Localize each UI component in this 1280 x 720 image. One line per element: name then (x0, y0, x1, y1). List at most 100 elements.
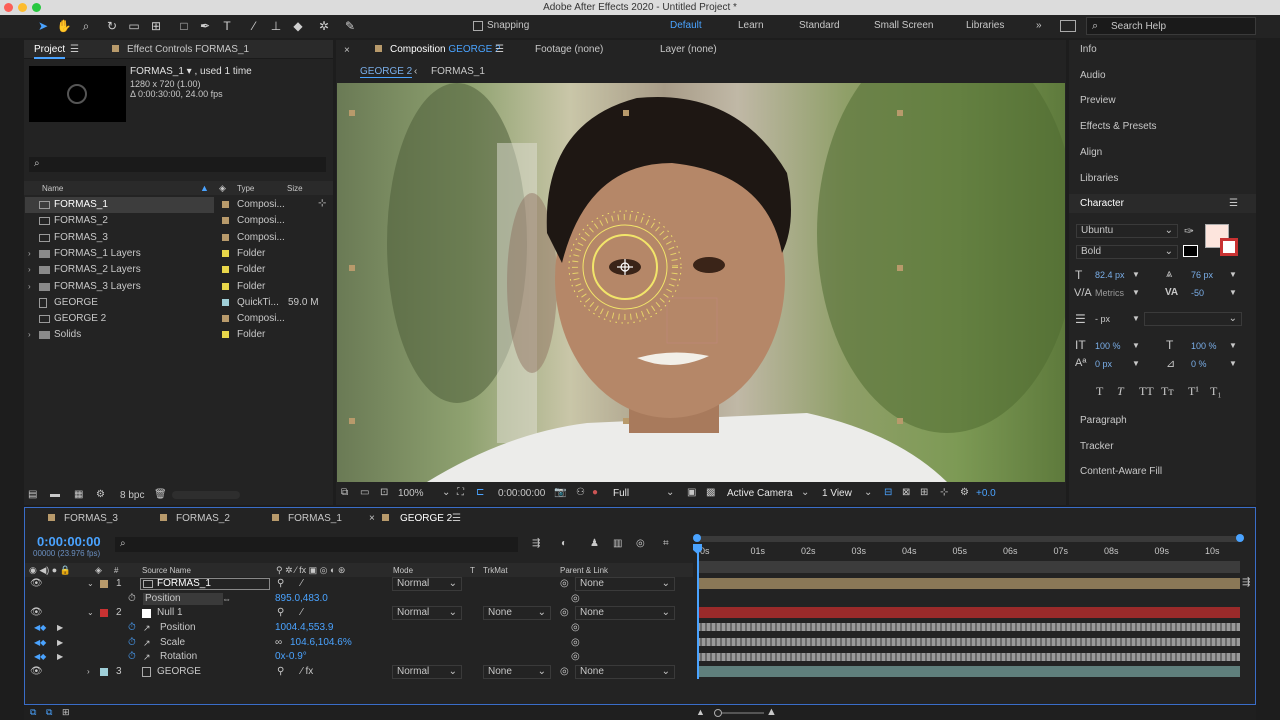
work-area-bar[interactable] (697, 536, 1240, 542)
project-item[interactable]: › Solids Folder (25, 327, 333, 343)
type-style-button[interactable]: T (1096, 384, 1103, 399)
trash-icon[interactable]: 🗑 (154, 489, 167, 500)
zoom-in-icon[interactable]: ▲ (766, 706, 777, 718)
label-swatch[interactable] (222, 315, 229, 323)
viewer-current-time[interactable]: 0:00:00:00 (498, 488, 545, 499)
george-layer-bar[interactable] (697, 666, 1240, 677)
stroke-style-dropdown[interactable]: ⌄ (1144, 312, 1242, 326)
workspace-small-screen[interactable]: Small Screen (874, 20, 933, 31)
graph-editor-icon[interactable]: ⌗ (663, 538, 669, 549)
clone-stamp-tool-icon[interactable]: ⊥ (268, 18, 284, 34)
safe-margins-icon[interactable]: ⊏ (476, 487, 484, 498)
leading-chevron-icon[interactable]: ▼ (1229, 270, 1237, 279)
label-swatch[interactable] (222, 201, 229, 208)
comp-panel-menu-icon[interactable]: ☰ (495, 44, 504, 55)
pick-whip-icon[interactable]: ◎ (560, 606, 569, 620)
source-name-header[interactable]: Source Name (142, 566, 191, 575)
expand-chevron-icon[interactable]: › (87, 665, 90, 679)
label-swatch[interactable] (222, 249, 229, 257)
layer-label-swatch[interactable] (100, 668, 108, 676)
character-menu-icon[interactable]: ☰ (1229, 198, 1238, 209)
project-item[interactable]: FORMAS_1 Composi... (25, 197, 285, 213)
brush-tool-icon[interactable]: ⁄ (246, 18, 262, 34)
parent-link-header[interactable]: Parent & Link (560, 566, 608, 575)
work-area-start-handle[interactable] (693, 534, 701, 542)
exposure-value[interactable]: +0.0 (976, 488, 996, 499)
project-item[interactable]: FORMAS_3 Composi... (25, 230, 333, 246)
scale-keyframes-track[interactable] (697, 638, 1240, 646)
views-dropdown[interactable]: 1 View (822, 488, 852, 499)
graph-icon[interactable]: ↗ (143, 650, 151, 664)
panel-preview[interactable]: Preview (1080, 95, 1116, 106)
parent-dropdown[interactable]: None ⌄ (575, 665, 675, 679)
monitor-icon[interactable]: ▭ (360, 487, 369, 498)
timeline-current-time[interactable]: 0:00:00:00 (37, 534, 101, 549)
mode-dropdown[interactable]: Normal ⌄ (392, 606, 462, 620)
project-tab[interactable]: Project (34, 44, 66, 59)
label-swatch[interactable] (222, 282, 229, 290)
search-help-field[interactable]: ⌕ Search Help (1086, 17, 1256, 35)
panel-paragraph[interactable]: Paragraph (1080, 415, 1127, 426)
character-panel-title[interactable]: Character (1080, 198, 1124, 209)
property-value[interactable]: 104.6,104.6% (290, 636, 352, 650)
project-item[interactable]: › FORMAS_1 Layers Folder (25, 246, 333, 262)
size-column-header[interactable]: Size (287, 184, 303, 193)
transparency-grid-icon[interactable]: ▩ (706, 487, 715, 498)
timeline-search-input[interactable]: ⌕ (115, 537, 518, 552)
layer-handle[interactable] (349, 265, 355, 271)
thumbnail-transparency-slider[interactable] (172, 491, 240, 499)
visibility-eye-icon[interactable]: 👁 (30, 665, 43, 679)
resolution-dropdown[interactable]: Full (613, 488, 629, 499)
stroke-width-chevron-icon[interactable]: ▼ (1132, 314, 1140, 323)
layer-handle[interactable] (349, 110, 355, 116)
type-column-header[interactable]: Type (237, 184, 254, 193)
label-swatch[interactable] (222, 331, 229, 339)
project-item[interactable]: GEORGE 2 Composi... (25, 311, 333, 327)
stopwatch-icon[interactable]: ⏱ (128, 621, 136, 635)
camera-chevron-icon[interactable]: ⌄ (801, 487, 809, 498)
black-swatch[interactable] (1183, 245, 1198, 257)
timeline-icon[interactable]: ⊞ (920, 487, 928, 498)
snapshot-icon[interactable]: 📷 (554, 487, 566, 498)
layer-name-null-1[interactable]: Null 1 (157, 606, 183, 620)
layer-label-swatch[interactable] (100, 609, 108, 617)
region-of-interest-icon[interactable]: ▣ (687, 487, 696, 498)
layer-row-null-1[interactable]: 👁 ⌄ 2 Null 1 ⚲ ⁄ Normal ⌄ None ⌄ ◎ None ⌄ (25, 606, 693, 620)
quality-switch-icon[interactable]: ⁄ (301, 606, 303, 620)
pick-whip-icon[interactable]: ◎ (571, 621, 580, 635)
mode-dropdown[interactable]: Normal ⌄ (392, 577, 462, 591)
project-panel-menu-icon[interactable]: ☰ (70, 44, 79, 55)
transfer-controls-toggle-icon[interactable]: ⧉ (46, 707, 52, 718)
kerning-chevron-icon[interactable]: ▼ (1132, 288, 1140, 297)
parent-dropdown[interactable]: None ⌄ (575, 577, 675, 591)
keyframe-navigator-icon[interactable]: ◀◆ (34, 636, 46, 650)
font-size-chevron-icon[interactable]: ▼ (1132, 270, 1140, 279)
visibility-eye-icon[interactable]: 👁 (30, 606, 43, 620)
type-style-button[interactable]: T₁ (1210, 384, 1222, 399)
playhead[interactable] (697, 544, 699, 679)
property-value[interactable]: 895.0,483.0 (275, 592, 328, 606)
effect-controls-tab[interactable]: Effect Controls FORMAS_1 (127, 44, 249, 55)
resolution-chevron-icon[interactable]: ⌄ (666, 487, 674, 498)
type-style-button[interactable]: TT (1139, 384, 1154, 399)
label-swatch[interactable] (222, 217, 229, 225)
tsume-value[interactable]: 0 % (1191, 359, 1207, 369)
workspace-default[interactable]: Default (670, 20, 702, 31)
layer-handle[interactable] (349, 418, 355, 424)
layer-handle[interactable] (623, 418, 629, 424)
constrain-proportions-icon[interactable]: ∞ (275, 636, 282, 650)
shy-layers-icon[interactable]: ♟ (590, 538, 599, 549)
in-out-toggle-icon[interactable]: ⊞ (62, 707, 70, 718)
type-tool-icon[interactable]: T (219, 18, 235, 34)
horizontal-scale-chevron-icon[interactable]: ▼ (1229, 341, 1237, 350)
rotation-keyframes-track[interactable] (697, 653, 1240, 661)
frame-blending-icon[interactable]: ▥ (613, 538, 622, 549)
layer-switches-toggle-icon[interactable]: ⧉ (30, 707, 36, 718)
stopwatch-icon[interactable]: ⏱ (128, 636, 136, 650)
layer-range-bar[interactable] (697, 561, 1240, 573)
tracking-chevron-icon[interactable]: ▼ (1229, 288, 1237, 297)
parent-dropdown[interactable]: None ⌄ (575, 606, 675, 620)
composition-viewer[interactable] (337, 83, 1065, 482)
motion-blur-icon[interactable]: ◎ (636, 538, 645, 549)
panel-align[interactable]: Align (1080, 147, 1102, 158)
